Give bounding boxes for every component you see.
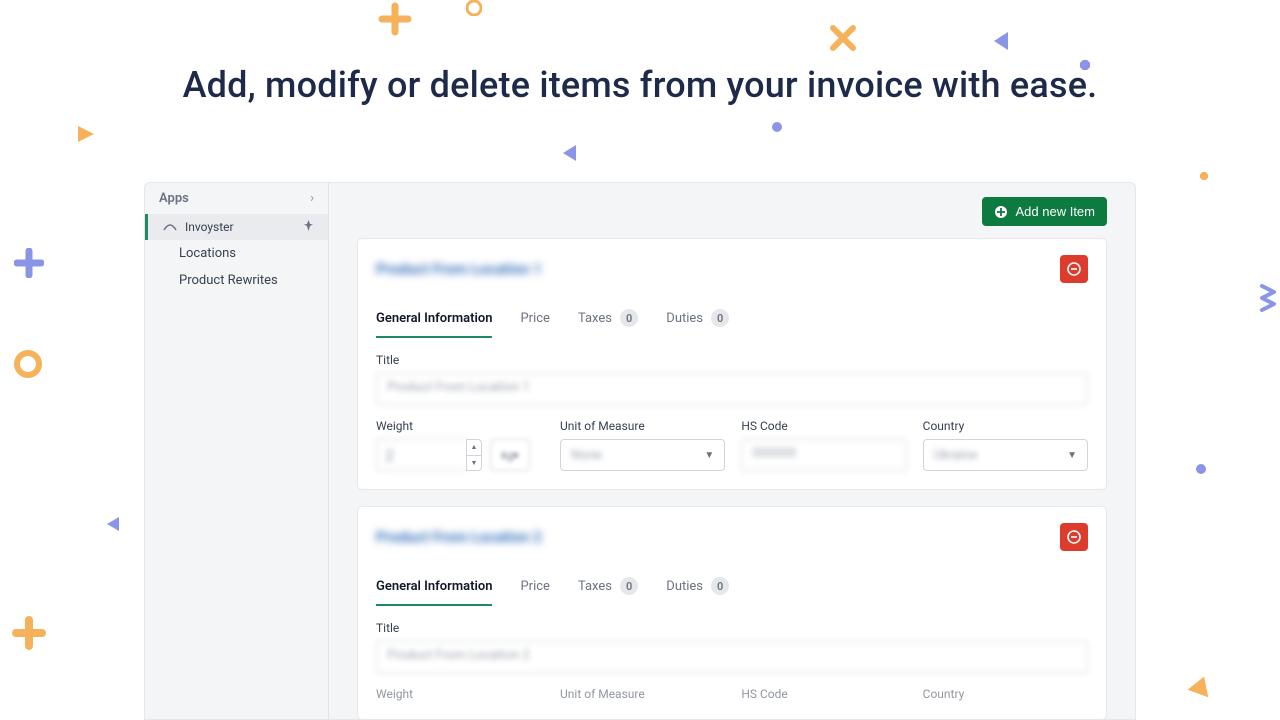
title-input[interactable]: Product From Location 1	[376, 373, 1088, 405]
sidebar-item-label: Invoyster	[185, 220, 234, 234]
toolbar: Add new Item	[357, 197, 1107, 226]
tab-price[interactable]: Price	[520, 303, 549, 338]
item-tabs: General Information Price Taxes 0 Duties…	[376, 301, 1088, 339]
sidebar: Apps › Invoyster Locations Product Rewri…	[145, 183, 329, 719]
tab-duties[interactable]: Duties 0	[666, 569, 729, 607]
title-label: Title	[376, 621, 1088, 635]
taxes-count-badge: 0	[620, 309, 638, 327]
taxes-count-badge: 0	[620, 577, 638, 595]
delete-item-button[interactable]	[1060, 255, 1088, 283]
tab-label: Duties	[666, 311, 703, 326]
sidebar-item-product-rewrites[interactable]: Product Rewrites	[145, 267, 328, 294]
tab-label: Price	[520, 579, 549, 594]
step-up-icon[interactable]: ▲	[467, 440, 481, 456]
tab-label: Taxes	[578, 579, 612, 594]
weight-label: Weight	[376, 419, 544, 433]
tab-general-information[interactable]: General Information	[376, 303, 492, 338]
chevron-down-icon: ▼	[704, 450, 714, 461]
item-title-blurred: Product From Location 2	[376, 528, 542, 546]
step-down-icon[interactable]: ▼	[467, 456, 481, 471]
country-label: Country	[923, 687, 1088, 701]
tab-price[interactable]: Price	[520, 571, 549, 606]
tab-label: General Information	[376, 311, 492, 326]
weight-label: Weight	[376, 687, 544, 701]
sidebar-header[interactable]: Apps ›	[145, 183, 328, 214]
duties-count-badge: 0	[711, 309, 729, 327]
tab-duties[interactable]: Duties 0	[666, 301, 729, 339]
add-icon	[994, 205, 1008, 219]
remove-icon	[1067, 530, 1081, 544]
sidebar-item-label: Product Rewrites	[179, 273, 278, 288]
tab-taxes[interactable]: Taxes 0	[578, 301, 638, 339]
weight-stepper[interactable]: 2 ▲ ▼	[376, 439, 482, 471]
duties-count-badge: 0	[711, 577, 729, 595]
country-select[interactable]: Ukraine ▼	[923, 439, 1088, 471]
hs-code-input[interactable]: 000000	[741, 439, 906, 471]
title-input[interactable]: Product From Location 2	[376, 641, 1088, 673]
title-label: Title	[376, 353, 1088, 367]
country-label: Country	[923, 419, 1088, 433]
add-new-item-button[interactable]: Add new Item	[982, 197, 1108, 226]
tab-label: Duties	[666, 579, 703, 594]
sidebar-item-label: Locations	[179, 246, 236, 261]
invoice-item-card: Product From Location 2 General Informat…	[357, 506, 1107, 719]
sidebar-item-locations[interactable]: Locations	[145, 240, 328, 267]
tab-general-information[interactable]: General Information	[376, 571, 492, 606]
add-button-label: Add new Item	[1016, 204, 1096, 219]
hs-label: HS Code	[741, 419, 906, 433]
item-title-blurred: Product From Location 1	[376, 260, 542, 278]
pin-icon[interactable]	[303, 220, 314, 234]
chevron-down-icon: ▼	[1067, 450, 1077, 461]
tab-label: Price	[520, 311, 549, 326]
page-headline: Add, modify or delete items from your in…	[0, 64, 1280, 106]
sidebar-item-invoyster[interactable]: Invoyster	[145, 214, 328, 240]
uom-select[interactable]: None ▼	[560, 439, 725, 471]
hs-label: HS Code	[741, 687, 906, 701]
tab-taxes[interactable]: Taxes 0	[578, 569, 638, 607]
chevron-right-icon: ›	[310, 191, 314, 206]
invoice-item-card: Product From Location 1 General Informat…	[357, 238, 1107, 490]
main-content: Add new Item Product From Location 1 Gen…	[329, 183, 1135, 719]
uom-label: Unit of Measure	[560, 419, 725, 433]
uom-label: Unit of Measure	[560, 687, 725, 701]
sidebar-header-label: Apps	[159, 191, 189, 206]
tab-label: General Information	[376, 579, 492, 594]
delete-item-button[interactable]	[1060, 523, 1088, 551]
remove-icon	[1067, 262, 1081, 276]
item-tabs: General Information Price Taxes 0 Duties…	[376, 569, 1088, 607]
tab-label: Taxes	[578, 311, 612, 326]
app-frame: Apps › Invoyster Locations Product Rewri…	[144, 182, 1136, 720]
app-icon	[163, 222, 177, 232]
weight-unit-select[interactable]: kg▾	[490, 439, 530, 471]
